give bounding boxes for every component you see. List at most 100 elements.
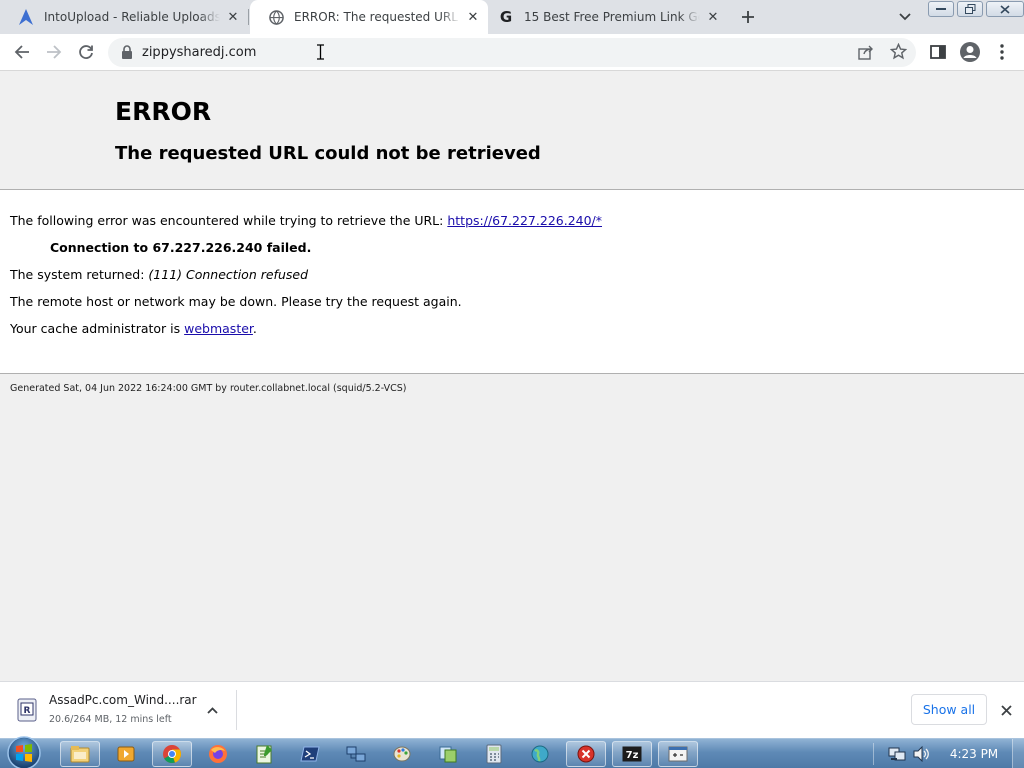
share-icon[interactable] [858, 45, 874, 64]
bookmark-star-icon[interactable] [889, 42, 908, 64]
close-app-icon [577, 745, 595, 763]
new-tab-button[interactable] [736, 5, 760, 29]
error-details: The following error was encountered whil… [0, 190, 1024, 374]
tab-divider [248, 9, 249, 25]
tab-strip: IntoUpload - Reliable Uploads & Download… [0, 0, 1024, 34]
reload-icon [79, 45, 93, 59]
arrow-left-icon [14, 45, 29, 59]
download-options-button[interactable] [204, 702, 220, 718]
taskbar-notepad[interactable] [244, 741, 284, 767]
reload-button[interactable] [72, 38, 100, 66]
svg-text:7z: 7z [626, 750, 639, 761]
cache-admin-label: Your cache administrator is [10, 321, 185, 336]
webmaster-link[interactable]: webmaster [184, 321, 253, 336]
taskbar-firefox[interactable] [198, 741, 238, 767]
plus-icon [742, 11, 754, 23]
taskbar-chrome[interactable] [152, 741, 192, 767]
terminal-icon [668, 746, 688, 762]
tab-link-generators[interactable]: G 15 Best Free Premium Link Generators ✕ [488, 0, 728, 34]
error-title: ERROR [115, 97, 212, 126]
taskbar-files[interactable] [428, 741, 468, 767]
files-icon [439, 746, 457, 763]
close-download-bar-button[interactable] [996, 700, 1016, 720]
taskbar-7zip[interactable]: 7z [612, 741, 652, 767]
system-returned-line: The system returned: (111) Connection re… [10, 267, 308, 282]
taskbar-clock[interactable]: 4:23 PM [946, 739, 1002, 768]
close-icon [1000, 704, 1012, 716]
taskbar-media-player[interactable] [106, 741, 146, 767]
close-tab-icon[interactable]: ✕ [704, 8, 722, 26]
taskbar-explorer[interactable] [60, 741, 100, 767]
show-all-button[interactable]: Show all [911, 694, 987, 725]
taskbar-calculator[interactable] [474, 741, 514, 767]
powershell-icon [300, 746, 320, 762]
window-controls [928, 1, 1024, 17]
minimize-icon [936, 8, 946, 10]
close-window-button[interactable] [986, 1, 1024, 17]
error-header: ERROR The requested URL could not be ret… [0, 71, 1024, 190]
restore-icon [964, 4, 975, 14]
profile-button[interactable] [956, 38, 984, 66]
error-url-label: The following error was encountered whil… [10, 213, 448, 228]
arrow-right-icon [47, 45, 62, 59]
forward-button[interactable] [40, 38, 68, 66]
download-status: 20.6/264 MB, 12 mins left [49, 714, 172, 725]
menu-button[interactable] [988, 38, 1016, 66]
close-tab-icon[interactable]: ✕ [464, 8, 482, 26]
cache-admin-end: . [252, 321, 257, 336]
address-bar[interactable]: zippysharedj.com [108, 38, 916, 67]
minimize-button[interactable] [928, 1, 954, 17]
system-returned-value: (111) Connection refused [148, 267, 308, 282]
back-button[interactable] [8, 38, 36, 66]
show-desktop-button[interactable] [1012, 739, 1024, 768]
tab-title: IntoUpload - Reliable Uploads & Download… [44, 10, 220, 24]
close-tab-icon[interactable]: ✕ [224, 8, 242, 26]
lock-icon[interactable] [120, 45, 134, 59]
profile-icon [960, 42, 980, 62]
taskbar-close-app[interactable] [566, 741, 606, 767]
network-status-icon[interactable] [888, 745, 906, 763]
tab-error[interactable]: ERROR: The requested URL could not be re… [250, 0, 488, 34]
taskbar-powershell[interactable] [290, 741, 330, 767]
chevron-down-icon [899, 13, 911, 21]
media-player-icon [117, 746, 135, 762]
error-url-link[interactable]: https://67.227.226.240/* [447, 213, 602, 228]
download-bar: R AssadPc.com_Wind....rar 20.6/264 MB, 1… [0, 681, 1024, 738]
svg-text:R: R [24, 706, 31, 716]
system-returned-label: The system returned: [10, 267, 149, 282]
intoupload-icon [18, 9, 34, 25]
taskbar-paint[interactable] [382, 741, 422, 767]
text-cursor-icon [317, 44, 324, 60]
g-logo-icon: G [499, 8, 513, 26]
taskbar-terminal[interactable] [658, 741, 698, 767]
start-button[interactable] [4, 735, 44, 768]
rar-file-icon: R [17, 698, 37, 722]
taskbar-network[interactable] [336, 741, 376, 767]
calculator-icon [486, 744, 502, 764]
connection-failed-text: Connection to 67.227.226.240 failed. [50, 240, 312, 255]
tab-intoupload[interactable]: IntoUpload - Reliable Uploads & Download… [0, 0, 248, 34]
globe-icon [268, 9, 284, 25]
system-tray [888, 745, 936, 763]
notepad-icon [256, 745, 272, 764]
explorer-icon [70, 746, 90, 763]
restore-button[interactable] [957, 1, 983, 17]
tab-title: 15 Best Free Premium Link Generators [524, 10, 700, 24]
remote-host-message: The remote host or network may be down. … [10, 294, 462, 309]
side-panel-button[interactable] [924, 38, 952, 66]
generated-footer: Generated Sat, 04 Jun 2022 16:24:00 GMT … [10, 383, 407, 394]
download-divider [236, 690, 237, 730]
tab-search-button[interactable] [893, 6, 917, 28]
url-text[interactable]: zippysharedj.com [142, 38, 256, 67]
windows-logo-icon [7, 736, 41, 768]
globe-app-icon [531, 745, 549, 763]
paint-icon [393, 746, 411, 762]
volume-icon[interactable] [912, 745, 930, 763]
7zip-icon: 7z [622, 746, 642, 762]
windows-taskbar: 7z 4:23 PM [0, 735, 1024, 768]
error-subtitle: The requested URL could not be retrieved [115, 143, 541, 164]
download-file-name: AssadPc.com_Wind....rar [49, 693, 197, 707]
taskbar-globe-app[interactable] [520, 741, 560, 767]
error-url-line: The following error was encountered whil… [10, 213, 602, 228]
cache-admin-line: Your cache administrator is webmaster. [10, 321, 257, 336]
